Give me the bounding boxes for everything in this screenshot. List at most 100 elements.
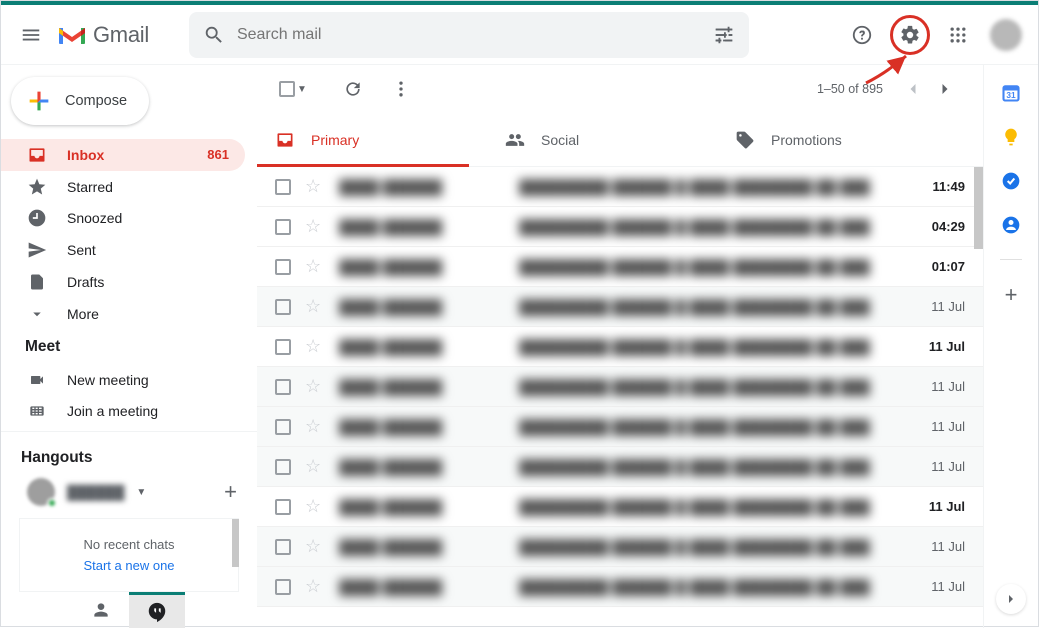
sidebar-item-inbox[interactable]: Inbox 861 xyxy=(1,139,245,171)
star-toggle[interactable]: ☆ xyxy=(305,256,321,277)
sidebar-item-label: Starred xyxy=(67,179,229,195)
sidebar-item-label: Sent xyxy=(67,242,229,258)
tab-primary[interactable]: Primary xyxy=(257,113,487,166)
mail-sender: ████ ██████ xyxy=(339,419,519,435)
settings-button[interactable] xyxy=(890,15,930,55)
star-toggle[interactable]: ☆ xyxy=(305,216,321,237)
apps-button[interactable] xyxy=(938,15,978,55)
mail-time: 11 Jul xyxy=(901,499,965,514)
search-box[interactable] xyxy=(189,12,749,58)
row-checkbox[interactable] xyxy=(275,219,291,235)
keep-app-button[interactable] xyxy=(1001,127,1021,147)
help-button[interactable] xyxy=(842,15,882,55)
chevron-right-icon xyxy=(1003,591,1019,607)
calendar-icon: 31 xyxy=(1001,83,1021,103)
start-new-chat-link[interactable]: Start a new one xyxy=(83,558,174,573)
mail-row[interactable]: ☆████ ███████████████ ██████ █ ████ ████… xyxy=(257,247,983,287)
star-toggle[interactable]: ☆ xyxy=(305,576,321,597)
meet-item-label: New meeting xyxy=(67,372,149,388)
contacts-app-button[interactable] xyxy=(1001,215,1021,235)
star-toggle[interactable]: ☆ xyxy=(305,496,321,517)
next-page-button[interactable] xyxy=(929,73,961,105)
row-checkbox[interactable] xyxy=(275,379,291,395)
row-checkbox[interactable] xyxy=(275,259,291,275)
hangouts-chat-tab[interactable] xyxy=(129,592,185,628)
sidebar-item-sent[interactable]: Sent xyxy=(1,234,245,266)
star-toggle[interactable]: ☆ xyxy=(305,176,321,197)
row-checkbox[interactable] xyxy=(275,499,291,515)
row-checkbox[interactable] xyxy=(275,579,291,595)
meet-new-meeting[interactable]: New meeting xyxy=(1,365,257,396)
mail-time: 01:07 xyxy=(901,259,965,274)
row-checkbox[interactable] xyxy=(275,419,291,435)
hangouts-user-row[interactable]: ██████ ▼ + xyxy=(1,476,257,508)
caret-down-icon: ▼ xyxy=(136,487,146,498)
row-checkbox[interactable] xyxy=(275,299,291,315)
row-checkbox[interactable] xyxy=(275,179,291,195)
mail-time: 04:29 xyxy=(901,219,965,234)
row-checkbox[interactable] xyxy=(275,539,291,555)
select-all-control[interactable]: ▼ xyxy=(279,81,307,97)
hangouts-username: ██████ xyxy=(67,485,124,500)
checkbox-icon[interactable] xyxy=(279,81,295,97)
mail-sender: ████ ██████ xyxy=(339,459,519,475)
star-toggle[interactable]: ☆ xyxy=(305,456,321,477)
mail-row[interactable]: ☆████ ███████████████ ██████ █ ████ ████… xyxy=(257,207,983,247)
compose-button[interactable]: Compose xyxy=(11,77,149,125)
side-panel-divider xyxy=(1000,259,1022,260)
mail-row[interactable]: ☆████ ███████████████ ██████ █ ████ ████… xyxy=(257,527,983,567)
calendar-app-button[interactable]: 31 xyxy=(1001,83,1021,103)
inbox-count: 861 xyxy=(207,147,229,162)
sidebar-item-starred[interactable]: Starred xyxy=(1,171,245,203)
person-icon xyxy=(91,600,111,620)
mail-subject: █████████ ██████ █ ████ ████████ ██ ███ xyxy=(519,419,901,435)
search-options-icon[interactable] xyxy=(709,24,739,46)
keyboard-icon xyxy=(27,403,47,419)
main-menu-button[interactable] xyxy=(9,13,53,57)
mail-row[interactable]: ☆████ ███████████████ ██████ █ ████ ████… xyxy=(257,367,983,407)
more-vert-icon xyxy=(391,79,411,99)
mail-row[interactable]: ☆████ ███████████████ ██████ █ ████ ████… xyxy=(257,567,983,607)
add-app-button[interactable]: + xyxy=(1005,284,1018,306)
gmail-logo[interactable]: Gmail xyxy=(57,22,149,48)
sidebar: Compose Inbox 861 Starred Snoozed Sent D… xyxy=(1,65,257,628)
row-checkbox[interactable] xyxy=(275,339,291,355)
account-avatar[interactable] xyxy=(990,19,1022,51)
compose-label: Compose xyxy=(65,93,127,109)
mail-subject: █████████ ██████ █ ████ ████████ ██ ███ xyxy=(519,259,901,275)
tasks-app-button[interactable] xyxy=(1001,171,1021,191)
mail-row[interactable]: ☆████ ███████████████ ██████ █ ████ ████… xyxy=(257,167,983,207)
mail-row[interactable]: ☆████ ███████████████ ██████ █ ████ ████… xyxy=(257,327,983,367)
sidebar-footer xyxy=(1,592,257,628)
refresh-button[interactable] xyxy=(343,79,363,99)
scrollbar-thumb[interactable] xyxy=(974,167,983,249)
star-toggle[interactable]: ☆ xyxy=(305,416,321,437)
gear-icon xyxy=(899,24,921,46)
star-toggle[interactable]: ☆ xyxy=(305,336,321,357)
meet-join-meeting[interactable]: Join a meeting xyxy=(1,396,257,427)
star-toggle[interactable]: ☆ xyxy=(305,376,321,397)
mail-row[interactable]: ☆████ ███████████████ ██████ █ ████ ████… xyxy=(257,287,983,327)
search-icon[interactable] xyxy=(199,24,229,46)
side-panel-collapse-button[interactable] xyxy=(996,584,1026,614)
sidebar-item-more[interactable]: More xyxy=(1,298,245,330)
search-input[interactable] xyxy=(229,26,709,44)
mail-row[interactable]: ☆████ ███████████████ ██████ █ ████ ████… xyxy=(257,487,983,527)
hangouts-new-chat-button[interactable]: + xyxy=(224,481,237,503)
main-panel: ▼ 1–50 of 895 Primary Social xyxy=(257,65,984,628)
star-toggle[interactable]: ☆ xyxy=(305,536,321,557)
sidebar-item-drafts[interactable]: Drafts xyxy=(1,266,245,298)
row-checkbox[interactable] xyxy=(275,459,291,475)
prev-page-button[interactable] xyxy=(897,73,929,105)
caret-down-icon[interactable]: ▼ xyxy=(297,84,307,95)
scrollbar-thumb[interactable] xyxy=(232,519,239,567)
tab-social[interactable]: Social xyxy=(487,113,717,166)
mail-row[interactable]: ☆████ ███████████████ ██████ █ ████ ████… xyxy=(257,447,983,487)
sidebar-item-snoozed[interactable]: Snoozed xyxy=(1,202,245,234)
tab-promotions[interactable]: Promotions xyxy=(717,113,947,166)
star-toggle[interactable]: ☆ xyxy=(305,296,321,317)
mail-row[interactable]: ☆ ████ ███████████████ ██████ █ ████ ████… xyxy=(257,407,983,447)
hangouts-people-tab[interactable] xyxy=(73,592,129,628)
mail-sender: ████ ██████ xyxy=(339,539,519,555)
more-button[interactable] xyxy=(391,79,411,99)
